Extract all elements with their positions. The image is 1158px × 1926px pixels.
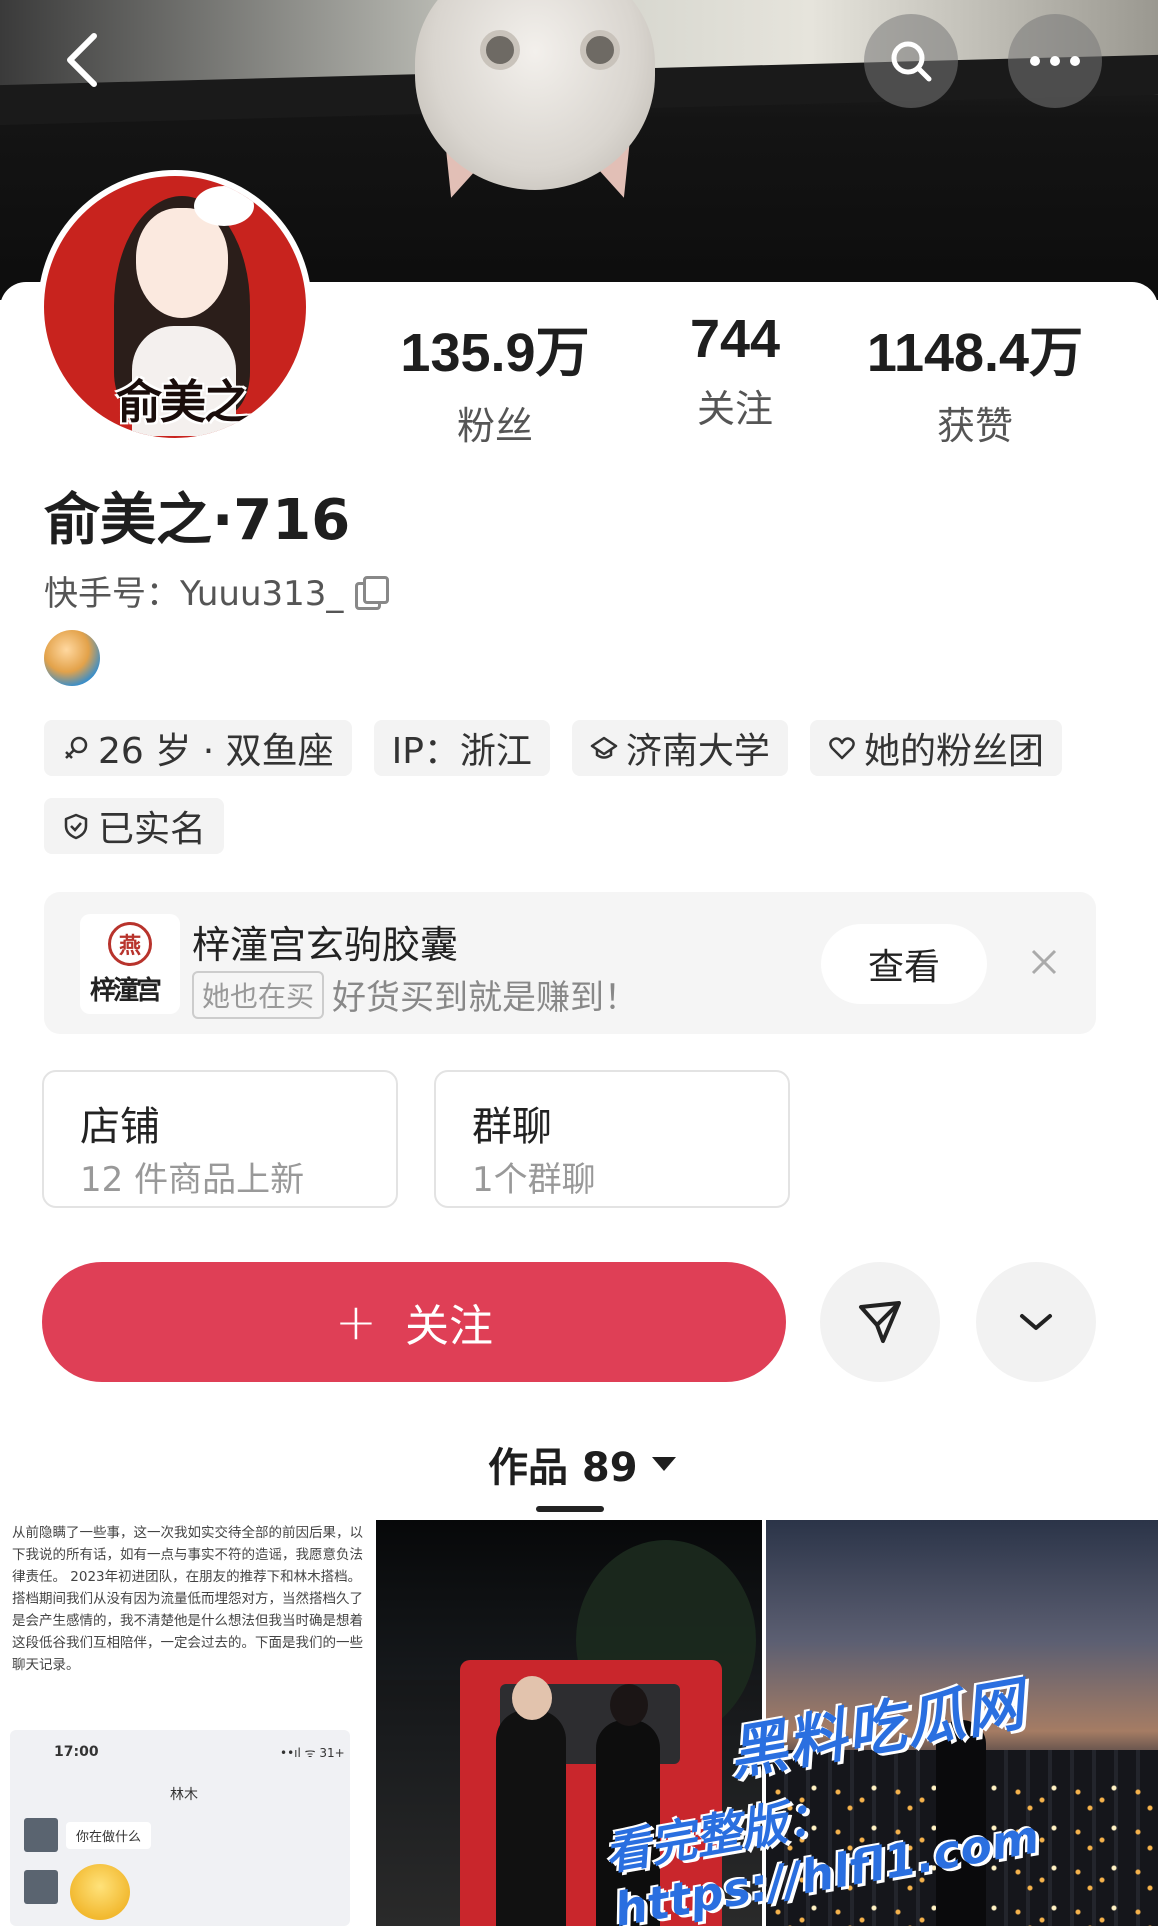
work-1-text: 从前隐瞒了一些事，这一次我如实交待全部的前因后果，以下我说的所有话，如有一点与事… [12,1525,363,1673]
shop-card-subtitle: 12 件商品上新 [80,1160,305,1200]
group-chat-subtitle: 1个群聊 [472,1160,596,1200]
stat-fans[interactable]: 135.9万 粉丝 [390,308,600,450]
search-button[interactable] [864,14,958,108]
group-chat-title: 群聊 [472,1104,552,1150]
mermaid-badge-icon[interactable] [44,630,100,686]
person-head [512,1676,552,1720]
kuaishou-id: 快手号：Yuuu313_ [44,566,390,615]
cat-eye-right [580,30,620,70]
chat-avatar [24,1870,58,1904]
promo-view-button[interactable]: 查看 [821,924,987,1004]
group-chat-card[interactable]: 群聊 1个群聊 [434,1070,790,1208]
chat-avatar [24,1818,58,1852]
chat-contact-name: 林木 [170,1787,198,1803]
follow-button-label: 关注 [404,1301,493,1352]
more-button[interactable] [1008,14,1102,108]
stat-following-value: 744 [689,309,781,369]
graduation-cap-icon [590,736,618,759]
search-icon [891,41,932,82]
tab-works-label: 作品 89 [488,1445,638,1491]
shop-card[interactable]: 店铺 12 件商品上新 [42,1070,398,1208]
tab-works-indicator [536,1506,604,1512]
plus-icon: + [335,1293,377,1351]
kuaishou-id-text: 快手号：Yuuu313_ [44,574,344,614]
expand-button[interactable] [976,1262,1096,1382]
promo-title: 梓潼宫玄驹胶囊 [192,923,459,967]
gender-icon [65,736,88,759]
shop-seal: 燕 [108,922,152,966]
share-button[interactable] [820,1262,940,1382]
caret-down-icon [651,1457,676,1471]
stat-fans-value: 135.9万 [400,323,590,383]
tag-fan-club-label: 她的粉丝团 [863,731,1044,772]
stat-following-label: 关注 [696,387,773,431]
stat-following[interactable]: 744 关注 [660,308,810,433]
chat-status-bar: ••ıl ᯤ 31+ [280,1746,345,1760]
work-thumbnail-1[interactable]: 从前隐瞒了一些事，这一次我如实交待全部的前因后果，以下我说的所有话，如有一点与事… [0,1520,372,1926]
profile-tags: 26 岁 · 双鱼座 IP：浙江 济南大学 她的粉丝团 已实名 [44,720,1124,854]
person-head [610,1684,648,1726]
tag-fan-club[interactable]: 她的粉丝团 [809,720,1062,776]
promo-banner[interactable]: 燕 梓潼宫 梓潼宫玄驹胶囊 她也在买 好货买到就是赚到！ 查看 [44,892,1096,1034]
stat-likes-value: 1148.4万 [866,323,1084,383]
tag-ip: IP：浙江 [373,720,550,776]
tag-age: 26 岁 · 双鱼座 [44,720,352,776]
copy-icon[interactable] [353,574,390,610]
more-horizontal-icon [1030,56,1080,66]
chat-time: 17:00 [54,1744,99,1760]
person-silhouette [496,1676,566,1926]
avatar[interactable]: 俞美之 [38,170,312,444]
close-icon [1031,949,1057,975]
chat-bubble: 你在做什么 [66,1822,152,1849]
back-button[interactable] [60,30,104,90]
promo-close-button[interactable] [1014,932,1074,992]
shop-logo: 燕 梓潼宫 [80,914,180,1014]
emoji-sticker [70,1864,130,1920]
promo-slogan: 好货买到就是赚到！ [332,978,639,1018]
avatar-logo-text: 俞美之 [116,375,250,429]
send-icon [859,1301,901,1343]
chevron-down-icon [1020,1314,1052,1330]
shop-card-title: 店铺 [80,1104,160,1150]
chat-screenshot: 17:00 ••ıl ᯤ 31+ 林木 你在做什么 [10,1730,350,1926]
promo-badge: 她也在买 [192,970,325,1019]
chevron-left-icon [67,33,97,87]
shield-check-icon [64,813,88,840]
tag-age-label: 26 岁 · 双鱼座 [98,731,334,772]
follow-button[interactable]: + 关注 [42,1262,786,1382]
tag-verified: 已实名 [44,798,225,854]
tag-verified-label: 已实名 [98,809,207,850]
tag-school-label: 济南大学 [625,731,770,772]
tag-school[interactable]: 济南大学 [571,720,788,776]
tag-ip-label: IP：浙江 [391,731,532,772]
avatar-bow [194,186,254,226]
tab-works[interactable]: 作品 89 [488,1435,676,1493]
stat-likes-label: 获赞 [936,404,1013,448]
stat-likes[interactable]: 1148.4万 获赞 [855,308,1095,450]
cat-eye-left [480,30,520,70]
promo-subtitle: 她也在买 好货买到就是赚到！ [192,970,638,1019]
username: 俞美之·716 [44,488,351,553]
shop-logo-text: 梓潼宫 [90,976,162,1006]
heart-icon [829,737,855,760]
stat-fans-label: 粉丝 [456,404,533,448]
